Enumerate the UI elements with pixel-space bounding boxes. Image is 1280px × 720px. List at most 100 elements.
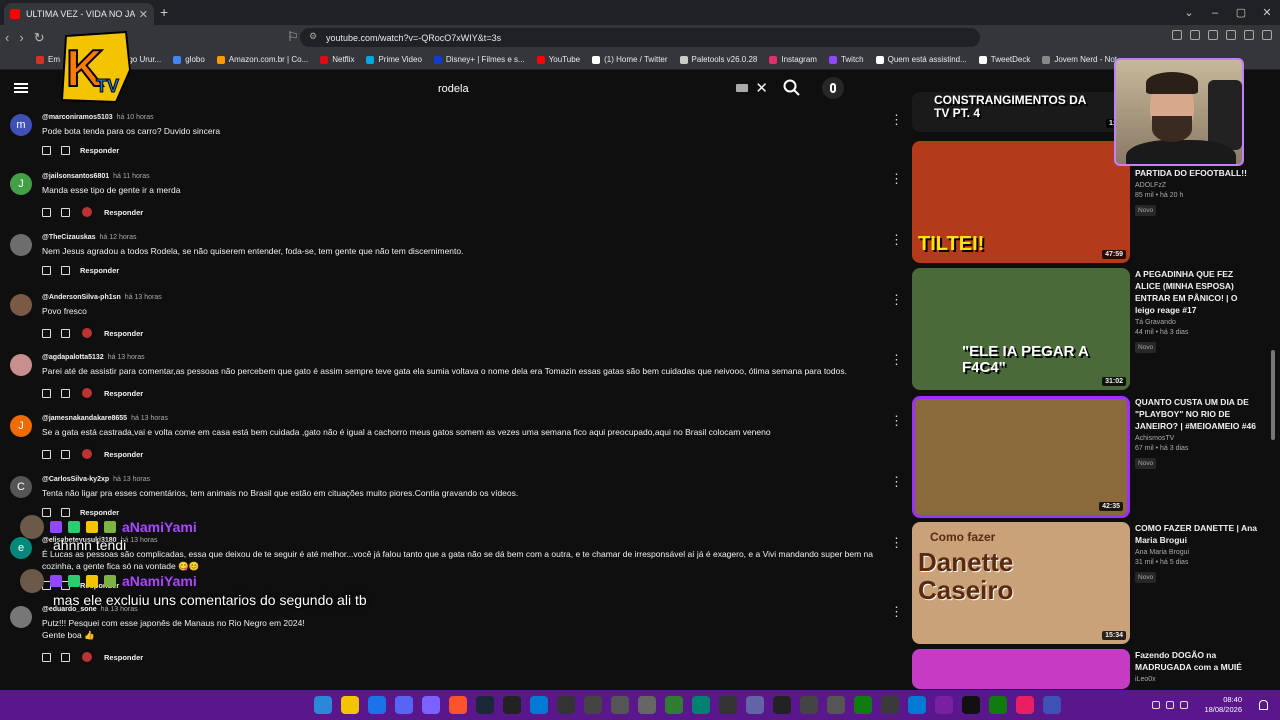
network-icon[interactable] [1152,701,1160,709]
taskbar-app-icon[interactable] [773,696,791,714]
vpn-icon[interactable] [1244,30,1254,40]
minimize-icon[interactable]: – [1202,7,1228,19]
sidebar-icon[interactable] [1208,30,1218,40]
more-options-icon[interactable]: ⋮ [890,113,903,126]
like-icon[interactable] [42,266,51,275]
bookmark-item[interactable]: Twitch [828,55,864,64]
battery-icon[interactable] [1180,701,1188,709]
browser-tab[interactable]: ULTIMA VEZ - VIDA NO JAPÃO - ✕ [4,3,154,25]
volume-icon[interactable] [1166,701,1174,709]
bookmark-item[interactable]: Disney+ | Filmes e s... [433,55,525,64]
tab-search-icon[interactable]: ⌄ [1176,6,1202,19]
taskbar-app-icon[interactable] [422,696,440,714]
taskbar-app-icon[interactable] [962,696,980,714]
comment-time[interactable]: há 13 horas [131,415,168,422]
comment-time[interactable]: há 11 horas [113,173,149,180]
close-window-icon[interactable]: ✕ [1254,6,1280,19]
taskbar-app-icon[interactable] [854,696,872,714]
like-icon[interactable] [42,388,51,398]
search-box[interactable]: ✕ [438,76,774,102]
taskbar-app-icon[interactable] [557,696,575,714]
video-title[interactable]: PARTIDA DO EFOOTBALL!! [1135,167,1259,179]
bookmark-item[interactable]: Prime Video [366,55,422,64]
avatar[interactable] [10,294,32,316]
menu-icon[interactable] [1262,30,1272,40]
taskbar-app-icon[interactable] [1016,696,1034,714]
taskbar-app-icon[interactable] [908,696,926,714]
video-thumbnail[interactable]: CONSTRANGIMENTOS DA TV PT. 41:45 [912,92,1130,132]
taskbar-app-icon[interactable] [395,696,413,714]
notification-icon[interactable] [1259,700,1268,710]
video-thumbnail[interactable] [912,649,1130,689]
bookmark-item[interactable]: Amazon.com.br | Co... [216,55,308,64]
keyboard-icon[interactable] [736,84,748,92]
more-options-icon[interactable]: ⋮ [890,475,903,488]
dislike-icon[interactable] [61,388,70,398]
comment-time[interactable]: há 10 horas [117,114,154,121]
reply-button[interactable]: Responder [80,146,119,155]
avatar[interactable]: e [10,537,32,559]
video-thumbnail[interactable]: "ELE IA PEGAR A F4C4" 31:02 [912,268,1130,390]
taskbar-app-icon[interactable] [503,696,521,714]
taskbar-app-icon[interactable] [881,696,899,714]
more-options-icon[interactable]: ⋮ [890,414,903,427]
taskbar-app-icon[interactable] [746,696,764,714]
taskbar-app-icon[interactable] [341,696,359,714]
reply-button[interactable]: Responder [104,329,143,338]
menu-icon[interactable] [14,83,28,93]
taskbar-app-icon[interactable] [665,696,683,714]
forward-icon[interactable]: › [19,30,23,45]
bookmark-item[interactable]: TweetDeck [978,55,1030,64]
bookmark-item[interactable]: Paletools v26.0.28 [679,55,757,64]
back-icon[interactable]: ‹ [5,30,9,45]
video-title[interactable]: COMO FAZER DANETTE | Ana Maria Brogui [1135,522,1259,546]
avatar[interactable]: m [10,114,32,136]
reply-button[interactable]: Responder [104,653,143,662]
dislike-icon[interactable] [61,146,70,155]
reply-button[interactable]: Responder [80,266,119,275]
taskbar-app-icon[interactable] [989,696,1007,714]
comment-author[interactable]: @jailsonsantos6801 [42,173,109,180]
reply-button[interactable]: Responder [104,208,143,217]
avatar[interactable] [10,606,32,628]
taskbar-app-icon[interactable] [935,696,953,714]
more-options-icon[interactable]: ⋮ [890,293,903,306]
avatar[interactable]: J [10,173,32,195]
like-icon[interactable] [42,328,51,338]
comment-author[interactable]: @jamesnakandakare8655 [42,415,127,422]
like-icon[interactable] [42,449,51,459]
more-options-icon[interactable]: ⋮ [890,605,903,618]
more-options-icon[interactable]: ⋮ [890,536,903,549]
more-options-icon[interactable]: ⋮ [890,233,903,246]
new-tab-button[interactable]: + [160,4,168,20]
like-icon[interactable] [42,146,51,155]
comment-author[interactable]: @agdapalotta5132 [42,354,104,361]
comment-time[interactable]: há 13 horas [113,476,150,483]
dislike-icon[interactable] [61,207,70,217]
taskbar-app-icon[interactable] [611,696,629,714]
taskbar-app-icon[interactable] [368,696,386,714]
clock[interactable]: 08:40 18/08/2026 [1204,695,1242,715]
channel-name[interactable]: ADOLFzZ [1135,182,1259,189]
avatar[interactable] [10,234,32,256]
bookmark-item[interactable]: Netflix [320,55,354,64]
taskbar-app-icon[interactable] [638,696,656,714]
comment-author[interactable]: @marconiramos5103 [42,114,113,121]
bookmark-item[interactable]: globo [173,55,205,64]
comment-time[interactable]: há 12 horas [100,234,137,241]
scrollbar[interactable] [1271,350,1275,440]
dislike-icon[interactable] [61,652,70,662]
voice-search-button[interactable] [822,77,844,99]
taskbar-app-icon[interactable] [719,696,737,714]
video-thumbnail[interactable]: Danette Caseiro Como fazer 15:34 [912,522,1130,644]
comment-time[interactable]: há 13 horas [125,294,162,301]
reload-icon[interactable]: ↻ [34,30,45,46]
taskbar-app-icon[interactable] [314,696,332,714]
dislike-icon[interactable] [61,328,70,338]
extension-icon[interactable] [1190,30,1200,40]
maximize-icon[interactable]: ▢ [1228,6,1254,19]
taskbar-app-icon[interactable] [449,696,467,714]
video-title[interactable]: A PEGADINHA QUE FEZ ALICE (MINHA ESPOSA)… [1135,268,1259,316]
taskbar-app-icon[interactable] [584,696,602,714]
video-thumbnail[interactable]: TILTEI! 47:59 [912,141,1130,263]
